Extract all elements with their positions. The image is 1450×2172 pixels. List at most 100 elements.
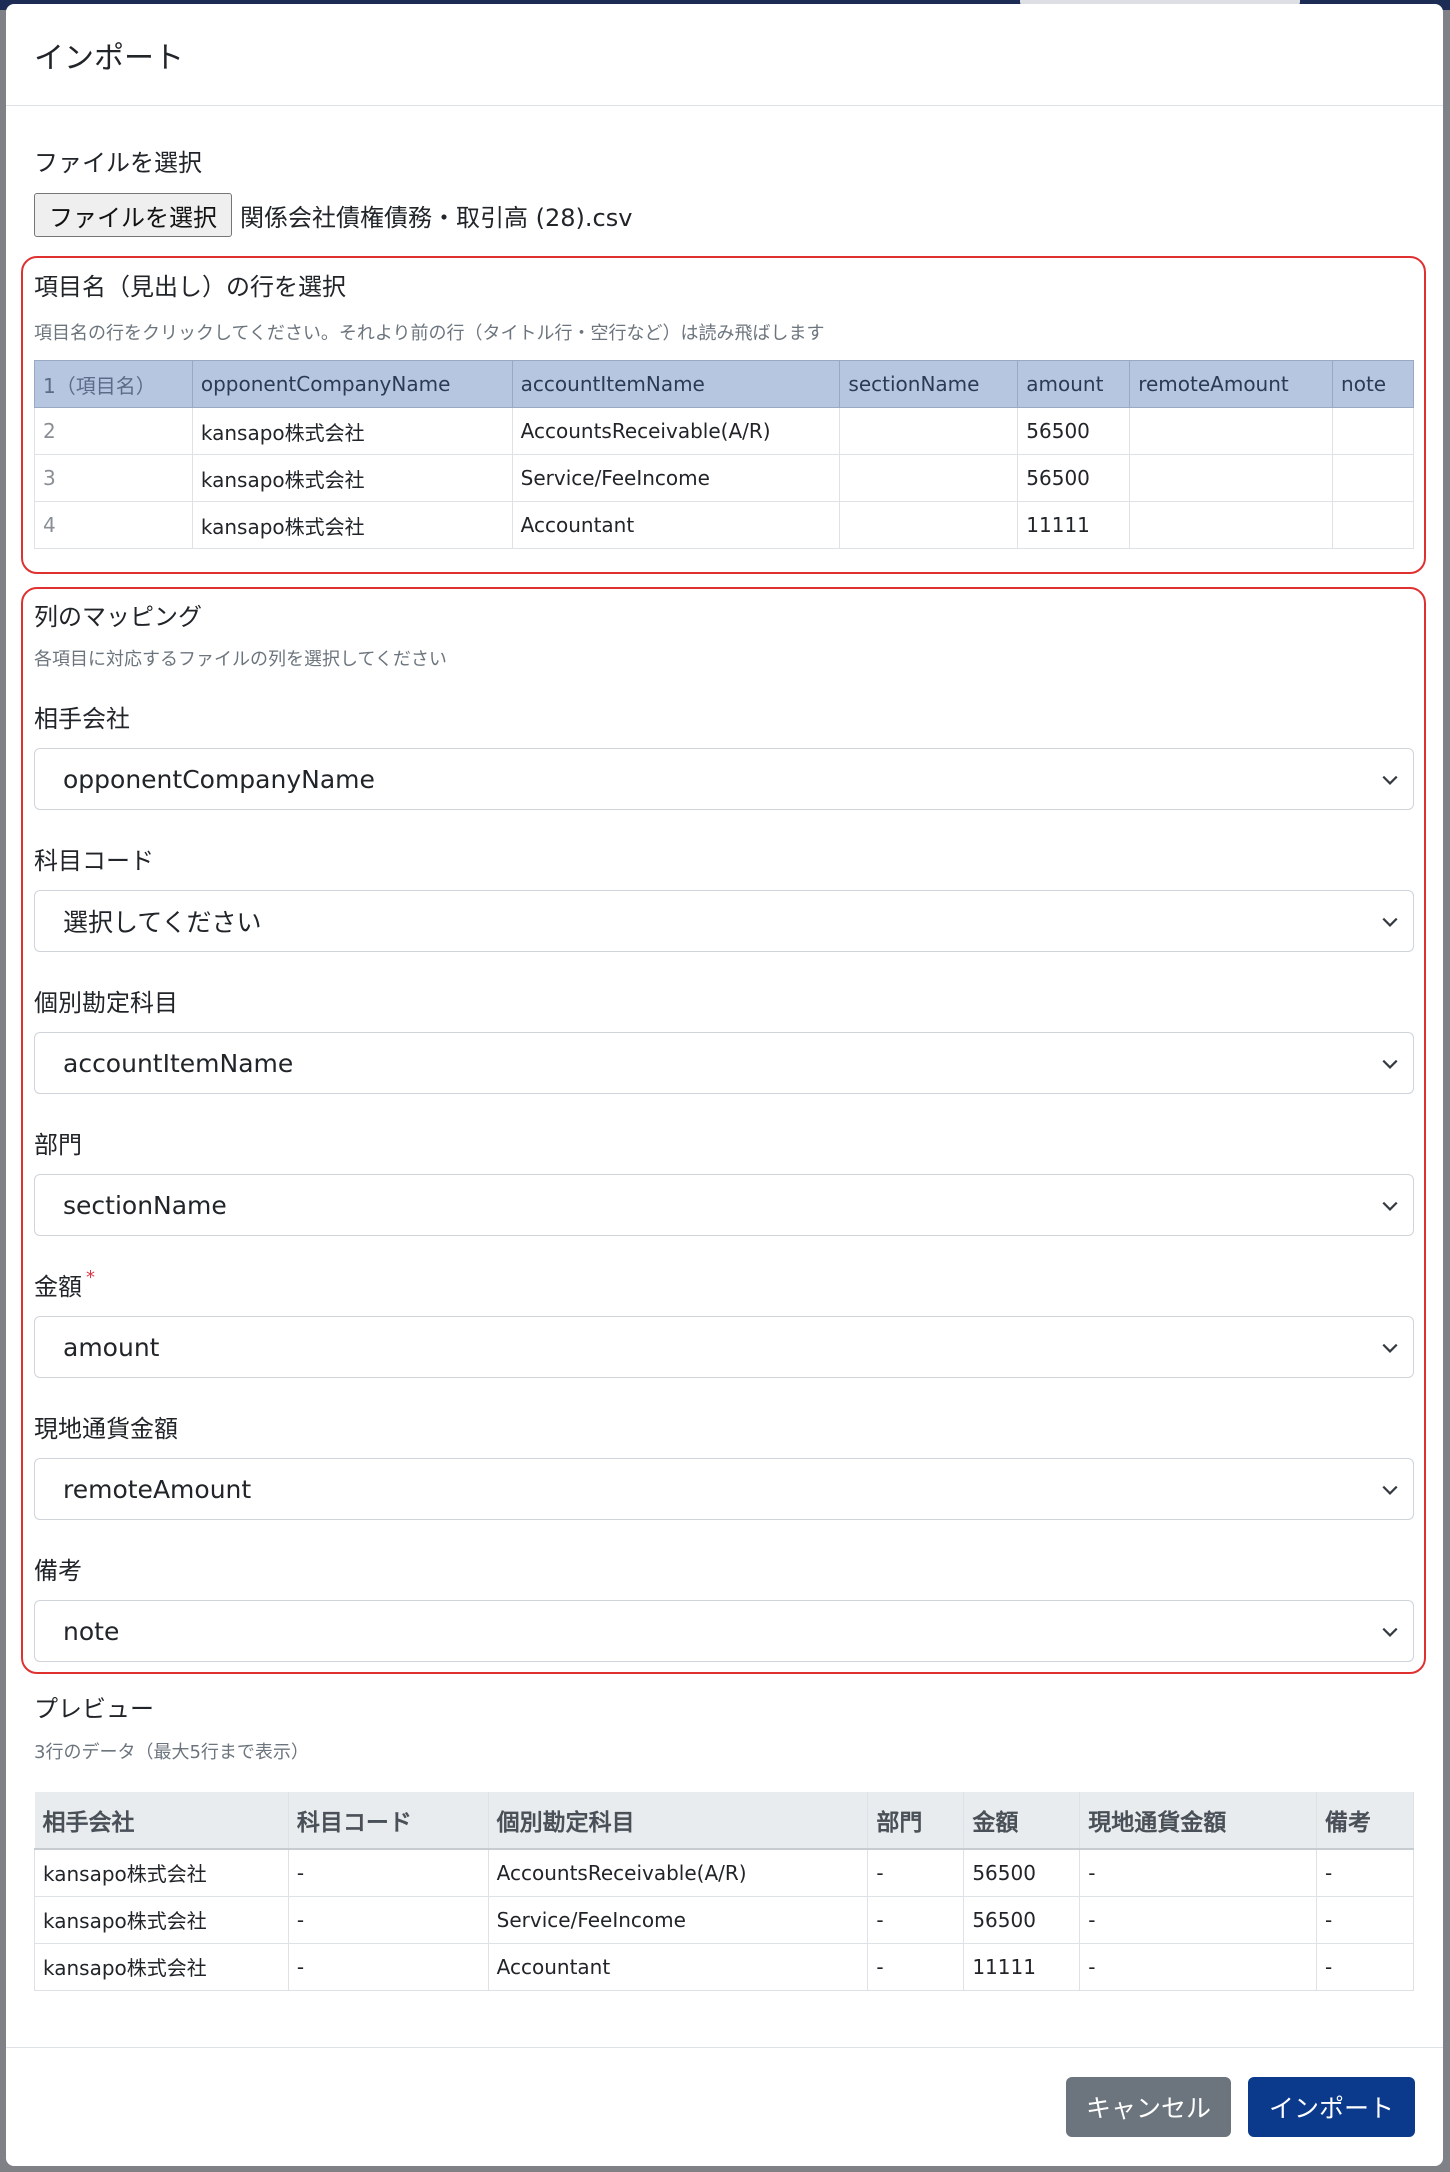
field-label-account-code: 科目コード	[34, 847, 154, 875]
table-cell	[1332, 407, 1414, 455]
table-cell: Accountant	[511, 501, 841, 549]
chevron-down-icon	[1382, 1201, 1398, 1211]
select-account-code[interactable]: 選択してください	[34, 890, 1414, 952]
select-amount[interactable]: amount	[34, 1316, 1414, 1378]
chevron-down-icon	[1382, 917, 1398, 927]
select-value: remoteAmount	[63, 1474, 252, 1504]
select-value: sectionName	[63, 1190, 227, 1220]
chevron-down-icon	[1382, 1627, 1398, 1637]
table-cell: kansapo株式会社	[34, 1848, 289, 1897]
preview-title: プレビュー	[34, 1695, 154, 1723]
table-row: kansapo株式会社 - AccountsReceivable(A/R) - …	[34, 1848, 1414, 1897]
table-cell	[1129, 407, 1334, 455]
table-cell: sectionName	[839, 360, 1019, 408]
table-cell: 2	[34, 407, 193, 455]
table-cell: remoteAmount	[1129, 360, 1334, 408]
table-cell: kansapo株式会社	[191, 501, 513, 549]
table-cell: Service/FeeIncome	[487, 1895, 869, 1944]
table-cell: kansapo株式会社	[34, 1942, 289, 1991]
column-header: 部門	[867, 1792, 965, 1850]
table-cell: opponentCompanyName	[191, 360, 513, 408]
select-value: note	[63, 1616, 120, 1646]
file-input[interactable]: ファイルを選択 関係会社債権債務・取引高 (28).csv	[34, 193, 632, 237]
header-row-table: 1（項目名） opponentCompanyName accountItemNa…	[34, 360, 1414, 549]
table-cell: amount	[1017, 360, 1131, 408]
column-header: 現地通貨金額	[1079, 1792, 1318, 1850]
column-header: 備考	[1316, 1792, 1414, 1850]
import-button[interactable]: インポート	[1248, 2077, 1415, 2137]
table-row[interactable]: 3 kansapo株式会社 Service/FeeIncome 56500	[34, 454, 1414, 502]
table-cell: -	[1079, 1942, 1318, 1991]
chevron-down-icon	[1382, 1343, 1398, 1353]
table-cell: -	[1316, 1895, 1414, 1944]
table-cell: 3	[34, 454, 193, 502]
table-cell	[839, 501, 1019, 549]
preview-header-row: 相手会社 科目コード 個別勘定科目 部門 金額 現地通貨金額 備考	[34, 1792, 1414, 1850]
select-value: opponentCompanyName	[63, 764, 375, 794]
table-cell: -	[1316, 1848, 1414, 1897]
import-modal: インポート ファイルを選択 ファイルを選択 関係会社債権債務・取引高 (28).…	[6, 4, 1443, 2166]
file-select-label: ファイルを選択	[34, 149, 202, 177]
table-cell: -	[1079, 1895, 1318, 1944]
field-label-account-item: 個別勘定科目	[34, 989, 178, 1017]
preview-table: 相手会社 科目コード 個別勘定科目 部門 金額 現地通貨金額 備考 kansap…	[34, 1792, 1414, 1991]
table-cell: 11111	[963, 1942, 1081, 1991]
field-label-opponent-company: 相手会社	[34, 705, 130, 733]
mapping-section-title: 列のマッピング	[34, 603, 202, 631]
table-cell	[1129, 501, 1334, 549]
field-label-amount: 金額 *	[34, 1267, 95, 1302]
table-cell: -	[287, 1848, 489, 1897]
chevron-down-icon	[1382, 1485, 1398, 1495]
field-label-section: 部門	[34, 1131, 82, 1159]
chevron-down-icon	[1382, 775, 1398, 785]
select-value: 選択してください	[63, 908, 262, 937]
column-header: 金額	[963, 1792, 1081, 1850]
table-cell: 56500	[963, 1848, 1081, 1897]
table-cell	[839, 454, 1019, 502]
table-cell: 56500	[963, 1895, 1081, 1944]
header-row-section-hint: 項目名の行をクリックしてください。それより前の行（タイトル行・空行など）は読み飛…	[34, 323, 825, 344]
select-value: amount	[63, 1332, 160, 1362]
select-note[interactable]: note	[34, 1600, 1414, 1662]
table-row-header-selected[interactable]: 1（項目名） opponentCompanyName accountItemNa…	[34, 360, 1414, 408]
selected-file-name: 関係会社債権債務・取引高 (28).csv	[240, 203, 633, 232]
table-cell: 1（項目名）	[34, 360, 193, 408]
select-value: accountItemName	[63, 1048, 294, 1078]
preview-hint: 3行のデータ（最大5行まで表示）	[34, 1742, 309, 1763]
column-header: 個別勘定科目	[488, 1792, 869, 1850]
modal-title: インポート	[34, 40, 184, 76]
table-cell: -	[867, 1895, 965, 1944]
table-row: kansapo株式会社 - Service/FeeIncome - 56500 …	[34, 1895, 1414, 1944]
select-remote-amount[interactable]: remoteAmount	[34, 1458, 1414, 1520]
table-cell: accountItemName	[511, 360, 841, 408]
required-mark: *	[86, 1267, 95, 1288]
modal-header: インポート	[6, 4, 1443, 106]
field-label-text: 金額	[34, 1273, 82, 1301]
table-cell: 56500	[1017, 407, 1131, 455]
mapping-section-hint: 各項目に対応するファイルの列を選択してください	[34, 649, 447, 670]
select-section[interactable]: sectionName	[34, 1174, 1414, 1236]
table-cell: -	[287, 1895, 489, 1944]
table-cell: Service/FeeIncome	[511, 454, 841, 502]
table-cell: note	[1332, 360, 1414, 408]
select-account-item[interactable]: accountItemName	[34, 1032, 1414, 1094]
chevron-down-icon	[1382, 1059, 1398, 1069]
table-cell: AccountsReceivable(A/R)	[487, 1848, 869, 1897]
table-cell: kansapo株式会社	[191, 454, 513, 502]
table-cell	[1332, 501, 1414, 549]
select-opponent-company[interactable]: opponentCompanyName	[34, 748, 1414, 810]
table-row[interactable]: 4 kansapo株式会社 Accountant 11111	[34, 501, 1414, 549]
table-cell	[839, 407, 1019, 455]
table-cell	[1129, 454, 1334, 502]
table-cell	[1332, 454, 1414, 502]
header-row-section-title: 項目名（見出し）の行を選択	[34, 273, 346, 301]
table-cell: 56500	[1017, 454, 1131, 502]
table-row[interactable]: 2 kansapo株式会社 AccountsReceivable(A/R) 56…	[34, 407, 1414, 455]
column-header: 科目コード	[288, 1792, 489, 1850]
table-cell: kansapo株式会社	[191, 407, 513, 455]
choose-file-button[interactable]: ファイルを選択	[34, 193, 232, 237]
table-cell: kansapo株式会社	[34, 1895, 289, 1944]
table-cell: 11111	[1017, 501, 1131, 549]
cancel-button[interactable]: キャンセル	[1066, 2077, 1231, 2137]
field-label-note: 備考	[34, 1557, 82, 1585]
